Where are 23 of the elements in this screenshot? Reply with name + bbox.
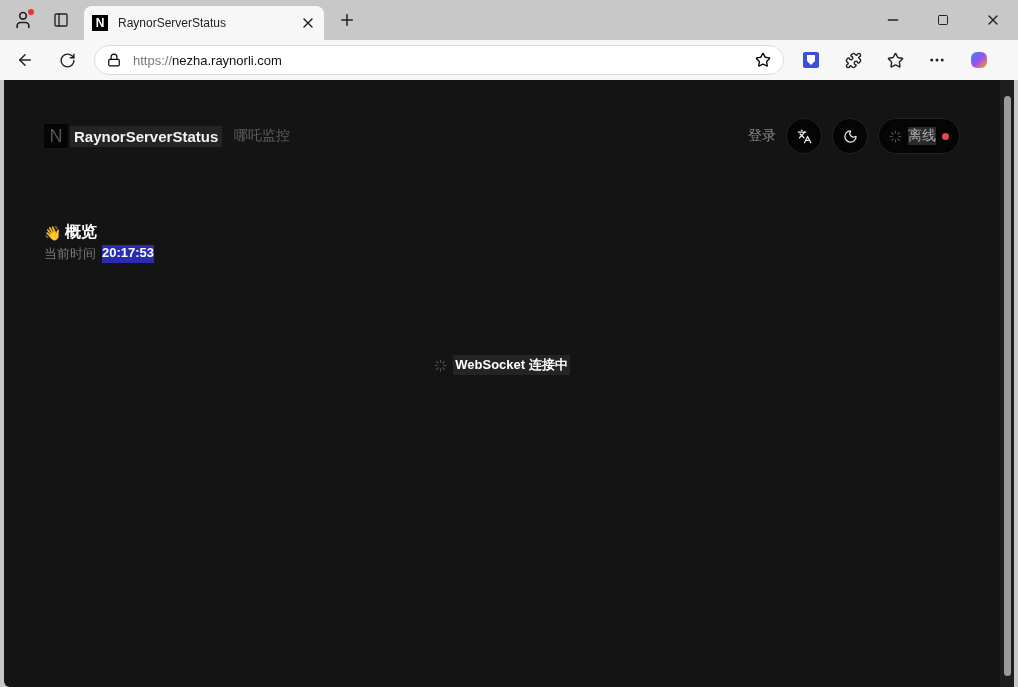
translate-icon bbox=[796, 128, 812, 144]
site-name[interactable]: RaynorServerStatus bbox=[70, 125, 223, 147]
moon-icon bbox=[842, 128, 858, 144]
lock-icon bbox=[107, 53, 121, 67]
current-time: 20:17:53 bbox=[102, 245, 155, 263]
spinner-icon bbox=[889, 129, 902, 143]
site-subtitle: 哪吒监控 bbox=[234, 127, 291, 145]
time-label: 当前时间 bbox=[44, 245, 96, 263]
status-label: 离线 bbox=[908, 127, 936, 145]
overview-title: 概览 bbox=[65, 222, 97, 242]
favorite-star-icon[interactable] bbox=[755, 52, 771, 68]
login-link[interactable]: 登录 bbox=[748, 127, 776, 145]
loading-text: WebSocket 连接中 bbox=[453, 355, 570, 375]
tab-title: RaynorServerStatus bbox=[118, 16, 228, 30]
favicon: N bbox=[92, 15, 108, 31]
address-bar[interactable]: https://nezha.raynorli.com bbox=[94, 45, 784, 75]
url-text: https://nezha.raynorli.com bbox=[133, 52, 283, 68]
waving-hand-icon: 👋 bbox=[44, 224, 61, 241]
theme-button[interactable] bbox=[832, 118, 868, 154]
spinner-icon bbox=[434, 358, 448, 372]
scrollbar-thumb[interactable] bbox=[1003, 96, 1011, 676]
browser-tab[interactable]: N RaynorServerStatus bbox=[84, 6, 324, 40]
language-button[interactable] bbox=[786, 118, 822, 154]
